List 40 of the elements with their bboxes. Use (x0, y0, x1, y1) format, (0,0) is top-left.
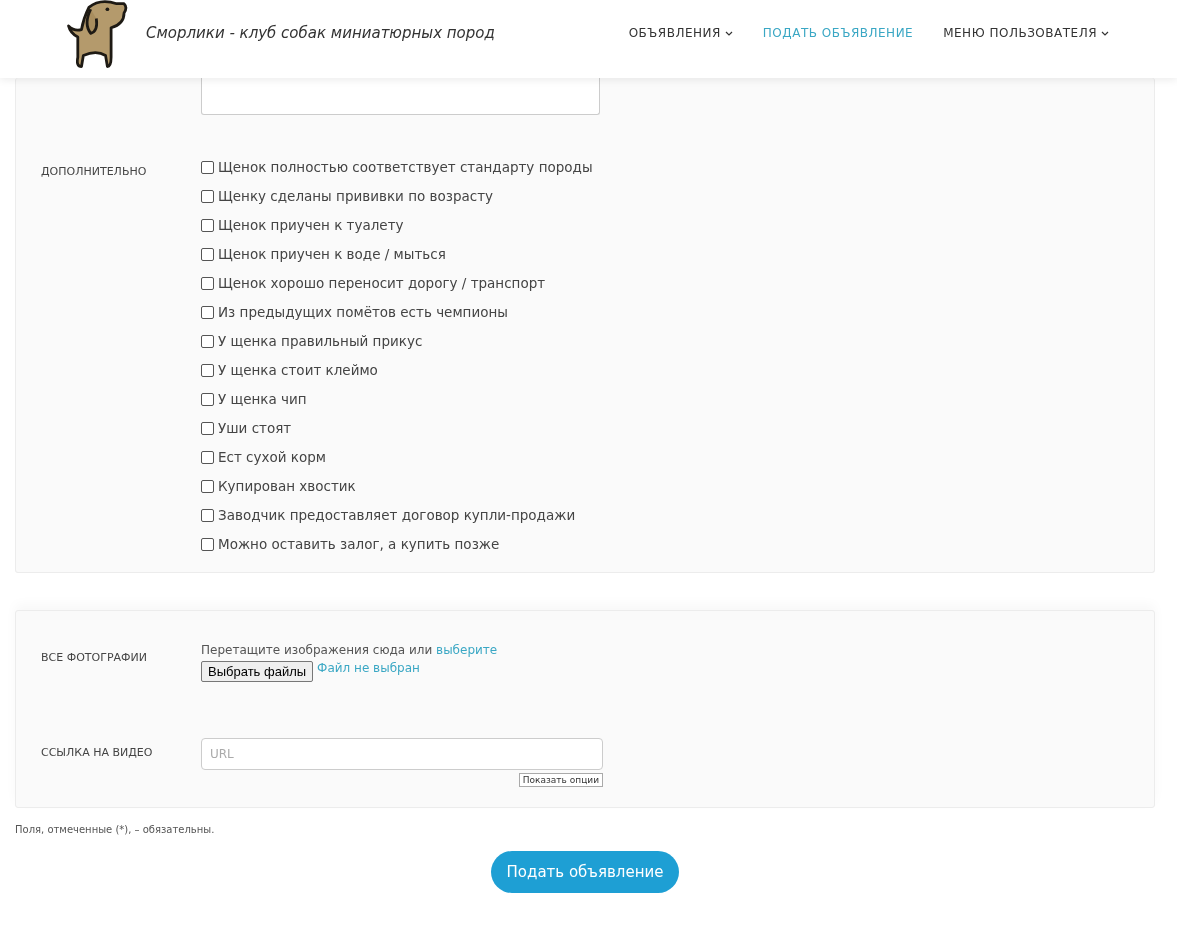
checkbox-label[interactable]: У щенка чип (218, 391, 307, 407)
field-label: ДОПОЛНИТЕЛЬНО (40, 164, 148, 180)
show-options-button[interactable]: Показать опции (518, 773, 603, 787)
checkbox[interactable] (201, 421, 214, 435)
checkbox[interactable] (201, 218, 214, 232)
checkbox[interactable] (201, 334, 214, 348)
checkbox-label[interactable]: Щенок приучен к воде / мыться (218, 246, 446, 262)
checkbox[interactable] (201, 537, 214, 551)
checkbox-label[interactable]: Заводчик предоставляет договор купли-продажи (218, 507, 576, 523)
nav-link[interactable]: ОБЪЯВЛЕНИЯ (628, 26, 733, 40)
checkbox-label[interactable]: Ест сухой корм (218, 449, 326, 465)
checkbox-label[interactable]: Щенок полностью соответствует стандарту породы (218, 159, 593, 175)
required-note: Поля, отмеченные (*), – обязательны. (15, 824, 216, 835)
nav-link[interactable]: МЕНЮ ПОЛЬЗОВАТЕЛЯ (943, 26, 1109, 40)
checkbox-label[interactable]: Уши стоят (218, 420, 292, 436)
checkbox-label[interactable]: У щенка правильный прикус (218, 333, 423, 349)
checkbox[interactable] (201, 276, 214, 290)
checkbox[interactable] (201, 189, 214, 203)
checkbox[interactable] (201, 392, 214, 406)
field-label: ВСЕ ФОТОГРАФИИ (40, 650, 148, 666)
site-title[interactable]: Сморлики - клуб собак миниатюрных пород (146, 24, 495, 42)
drop-hint: Перетащите изображения сюда или (201, 643, 433, 657)
checkbox[interactable] (201, 305, 214, 319)
checkbox-label[interactable]: Из предыдущих помётов есть чемпионы (218, 304, 508, 320)
checkbox-label[interactable]: Щенок приучен к туалету (218, 217, 404, 233)
checkbox[interactable] (201, 450, 214, 464)
checkbox-label[interactable]: Щенок хорошо переносит дорогу / транспорт (218, 275, 546, 291)
checkbox[interactable] (201, 160, 214, 174)
file-status: Файл не выбран (317, 661, 420, 675)
choose-files-button[interactable]: Выбрать файлы (201, 661, 314, 682)
checkbox[interactable] (201, 508, 214, 522)
checkbox-label[interactable]: Купирован хвостик (218, 478, 356, 494)
checkbox-label[interactable]: У щенка стоит клеймо (218, 362, 378, 378)
checkbox-label[interactable]: Можно оставить залог, а купить позже (218, 536, 500, 552)
checkbox[interactable] (201, 479, 214, 493)
checkbox[interactable] (201, 363, 214, 377)
url-field[interactable]: URL (201, 738, 603, 770)
checkbox-label[interactable]: Щенку сделаны прививки по возрасту (218, 188, 494, 204)
checkbox[interactable] (201, 247, 214, 261)
field-label: ССЫЛКА НА ВИДЕО (40, 745, 154, 761)
